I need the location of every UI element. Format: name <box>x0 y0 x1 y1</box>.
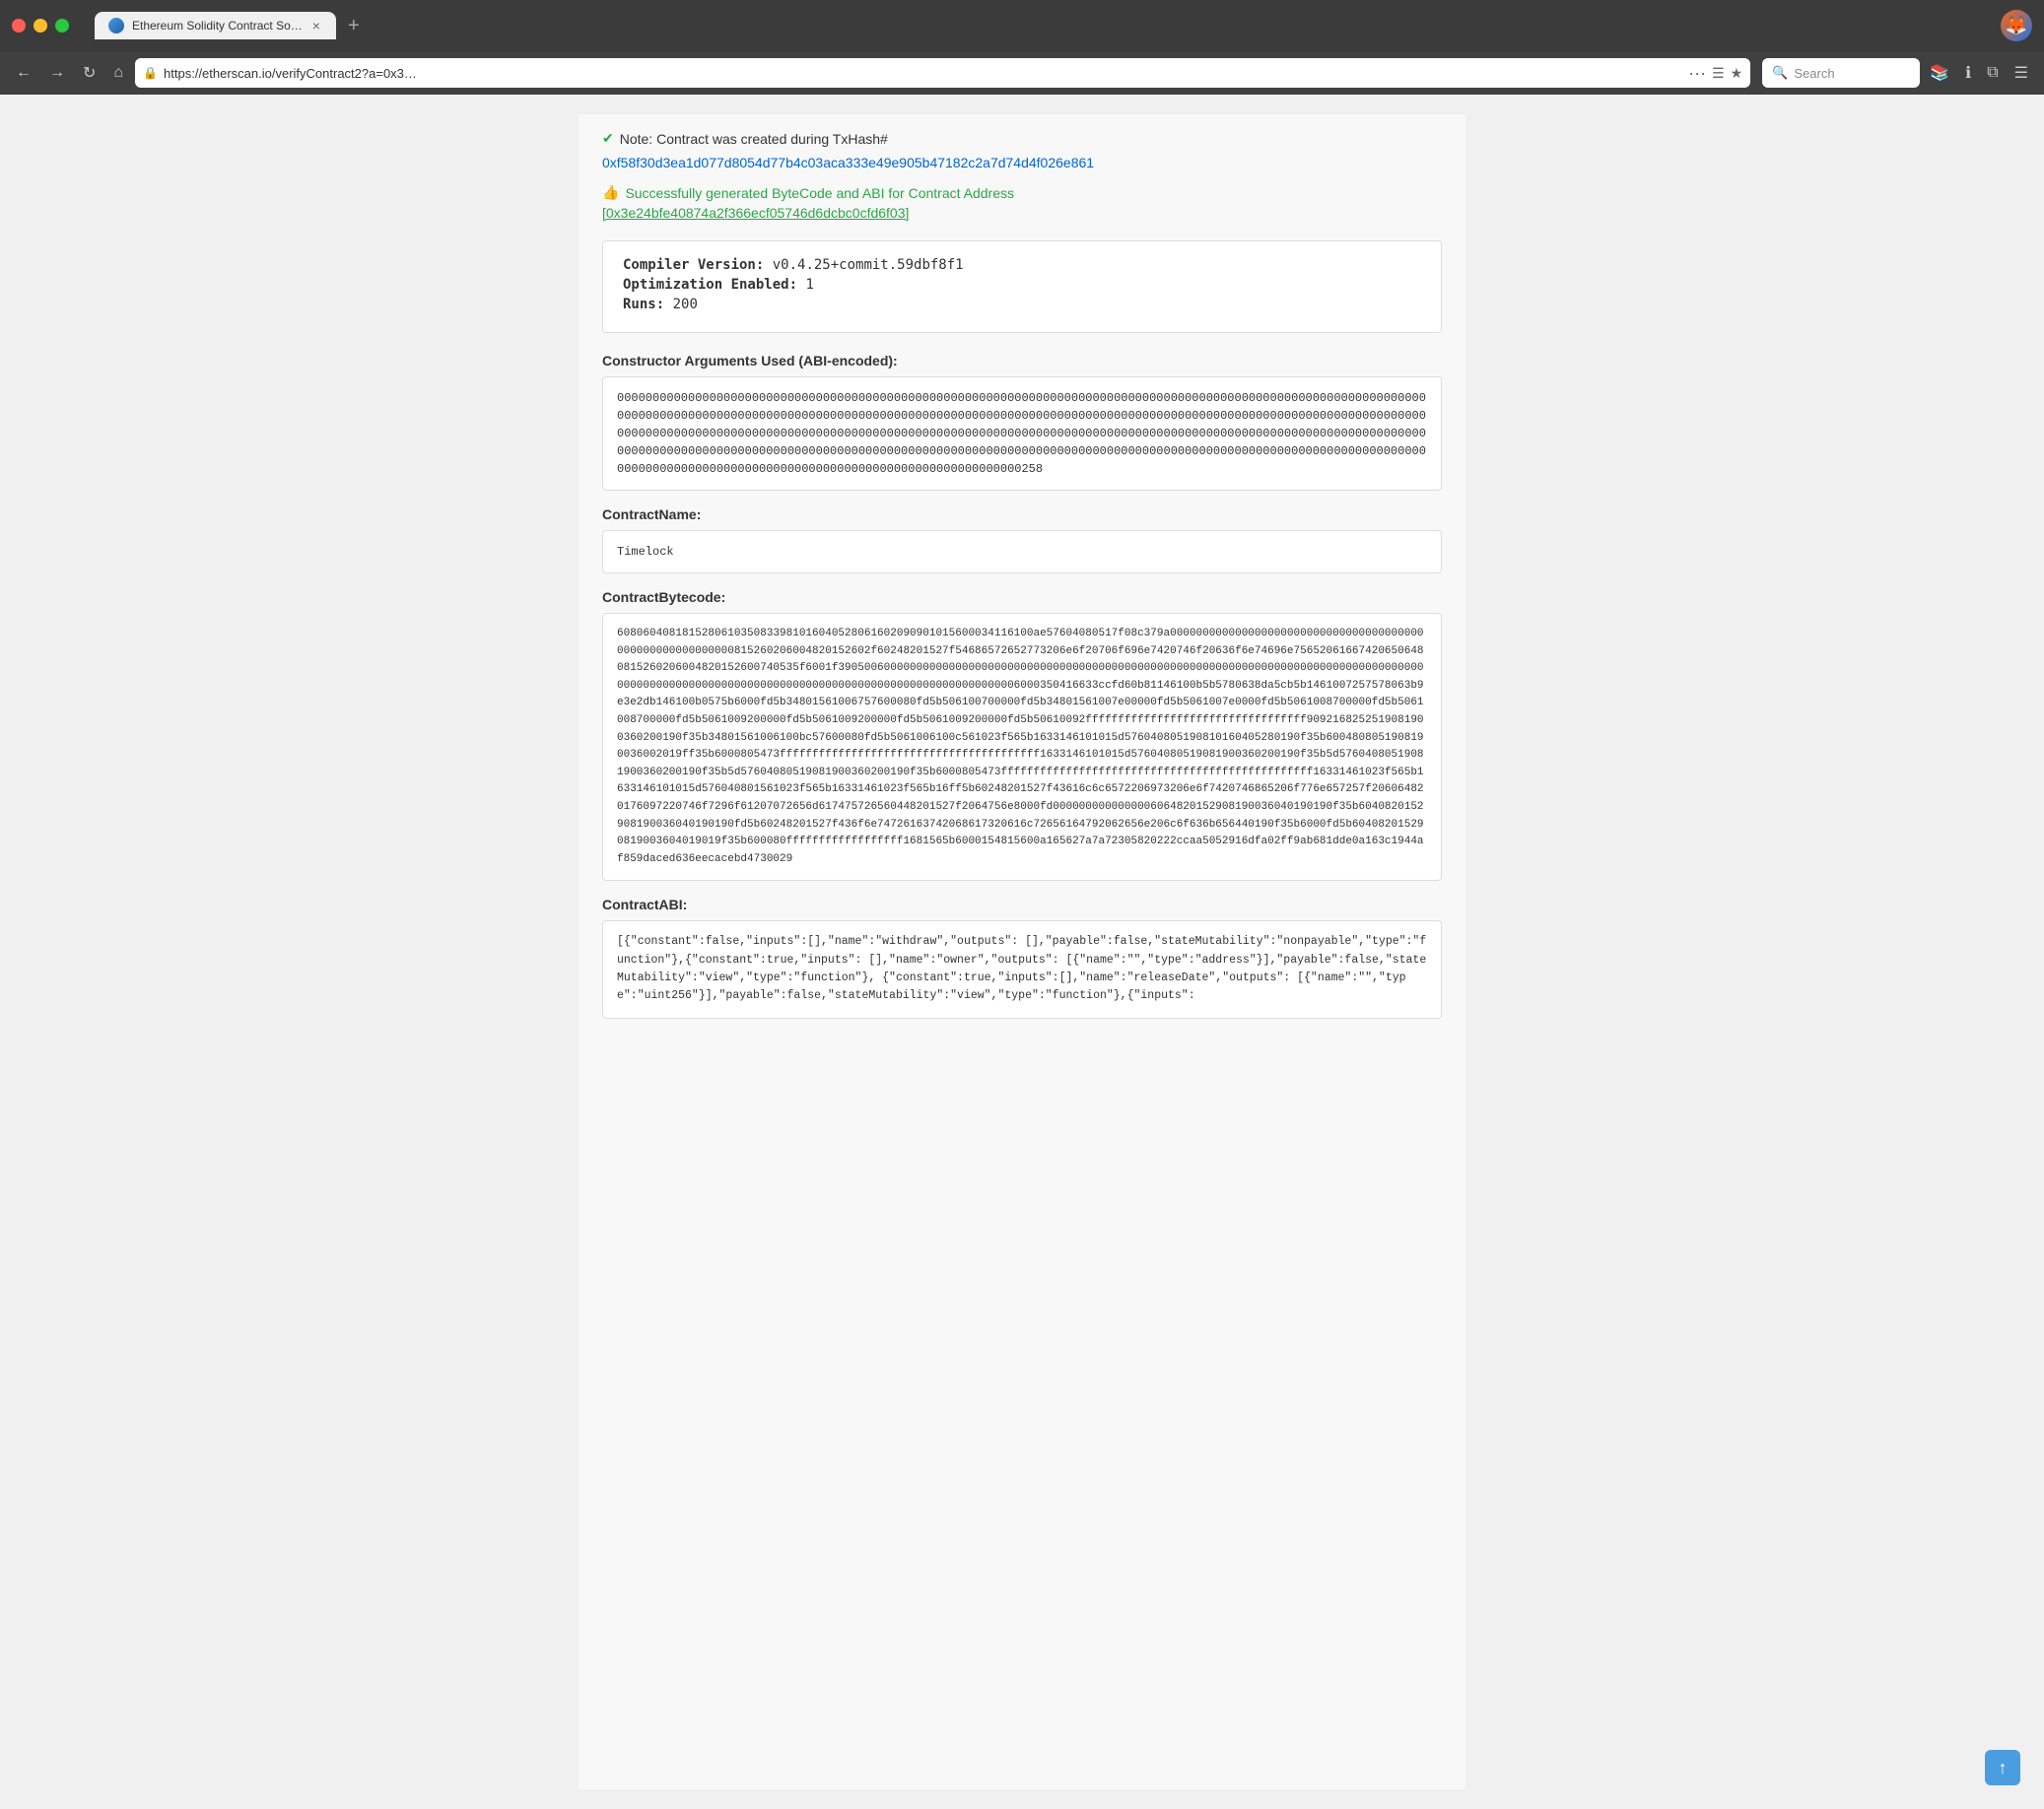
contract-abi-box: [{"constant":false,"inputs":[],"name":"w… <box>602 920 1442 1019</box>
active-tab[interactable]: Ethereum Solidity Contract So… × <box>95 12 336 39</box>
runs-value: 200 <box>673 297 698 312</box>
tab-bar: Ethereum Solidity Contract So… × + <box>95 11 1991 41</box>
search-icon: 🔍 <box>1772 65 1788 81</box>
contract-bytecode-box: 6080604081815280610350833981016040528061… <box>602 613 1442 881</box>
note-line: ✔ Note: Contract was created during TxHa… <box>602 130 1442 147</box>
address-text: https://etherscan.io/verifyContract2?a=0… <box>164 66 1682 81</box>
forward-button[interactable]: → <box>43 60 71 86</box>
runs-label: Runs: <box>623 297 664 312</box>
home-button[interactable]: ⌂ <box>107 60 129 86</box>
contract-address-link[interactable]: [0x3e24bfe40874a2f366ecf05746d6dcbc0cfd6… <box>602 205 1442 221</box>
maximize-window-button[interactable] <box>55 19 69 33</box>
nav-bar: ← → ↻ ⌂ 🔒 https://etherscan.io/verifyCon… <box>0 51 2044 95</box>
tab-close-button[interactable]: × <box>310 18 322 34</box>
lock-icon: 🔒 <box>143 66 158 80</box>
reload-button[interactable]: ↻ <box>77 59 102 87</box>
contract-name-label: ContractName: <box>602 506 1442 522</box>
nav-extras: 🔍 Search 📚 ℹ ⧉ ☰ <box>1762 58 2034 88</box>
library-button[interactable]: 📚 <box>1924 59 1955 87</box>
split-view-button[interactable]: ⧉ <box>1981 60 2004 86</box>
contract-name-value: Timelock <box>602 530 1442 573</box>
compiler-value: v0.4.25+commit.59dbf8f1 <box>773 257 964 273</box>
address-bar[interactable]: 🔒 https://etherscan.io/verifyContract2?a… <box>135 58 1750 88</box>
contract-bytecode-label: ContractBytecode: <box>602 589 1442 605</box>
new-tab-button[interactable]: + <box>340 11 368 41</box>
runs-line: Runs: 200 <box>623 297 1421 312</box>
success-text: Successfully generated ByteCode and ABI … <box>625 185 1014 201</box>
compiler-info-box: Compiler Version: v0.4.25+commit.59dbf8f… <box>602 240 1442 333</box>
compiler-version-line: Compiler Version: v0.4.25+commit.59dbf8f… <box>623 257 1421 273</box>
success-line: 👍 Successfully generated ByteCode and AB… <box>602 184 1442 201</box>
thumbs-up-icon: 👍 <box>602 184 619 201</box>
optimization-value: 1 <box>805 277 813 293</box>
constructor-args-label: Constructor Arguments Used (ABI-encoded)… <box>602 353 1442 368</box>
search-placeholder: Search <box>1794 66 1834 81</box>
title-bar: Ethereum Solidity Contract So… × + 🦊 <box>0 0 2044 51</box>
note-text: Note: Contract was created during TxHash… <box>620 131 888 147</box>
back-button[interactable]: ← <box>10 60 37 86</box>
contract-abi-label: ContractABI: <box>602 897 1442 912</box>
address-more-button[interactable]: ··· <box>1688 63 1706 84</box>
tab-title: Ethereum Solidity Contract So… <box>132 19 303 33</box>
optimization-label: Optimization Enabled: <box>623 277 797 293</box>
minimize-window-button[interactable] <box>34 19 47 33</box>
constructor-args-box: 0000000000000000000000000000000000000000… <box>602 376 1442 491</box>
firefox-icon: 🦊 <box>2001 10 2032 41</box>
content-wrapper: ✔ Note: Contract was created during TxHa… <box>579 114 1465 1789</box>
pocket-icon[interactable]: ☰ <box>1712 65 1725 82</box>
bookmark-star-icon[interactable]: ★ <box>1731 65 1743 82</box>
scroll-top-button[interactable]: ↑ <box>1985 1750 2020 1785</box>
tab-favicon <box>108 18 124 34</box>
window-controls <box>12 19 69 33</box>
search-bar[interactable]: 🔍 Search <box>1762 58 1920 88</box>
compiler-label: Compiler Version: <box>623 257 764 273</box>
optimization-line: Optimization Enabled: 1 <box>623 277 1421 293</box>
txhash-link[interactable]: 0xf58f30d3ea1d077d8054d77b4c03aca333e49e… <box>602 155 1442 170</box>
check-icon: ✔ <box>602 130 614 147</box>
close-window-button[interactable] <box>12 19 26 33</box>
menu-button[interactable]: ☰ <box>2009 59 2034 87</box>
info-button[interactable]: ℹ <box>1959 59 1977 87</box>
page-content: ✔ Note: Contract was created during TxHa… <box>0 95 2044 1809</box>
